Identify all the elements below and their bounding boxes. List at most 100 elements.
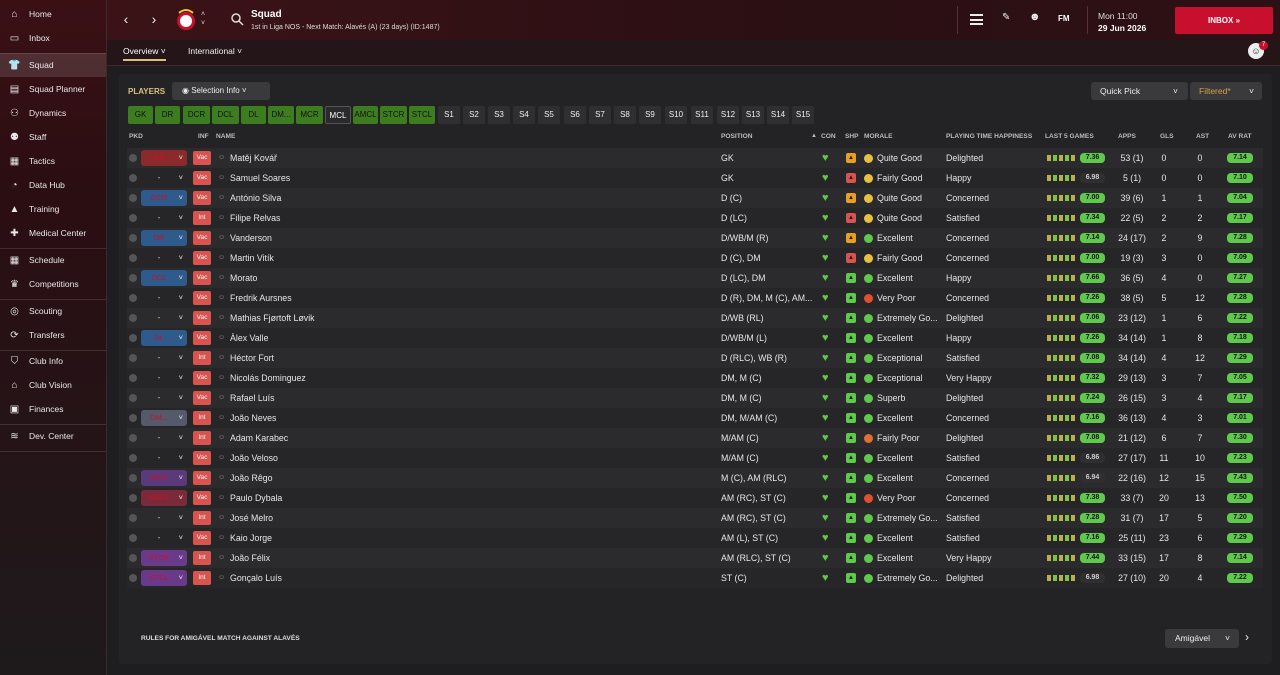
- sidebar-item-home[interactable]: ⌂ Home: [0, 2, 106, 26]
- pick-position-dropdown[interactable]: - ˅: [141, 430, 187, 446]
- sidebar-item-squad[interactable]: 👕 Squad: [0, 53, 106, 77]
- player-name[interactable]: João Neves: [230, 408, 370, 428]
- pick-position-dropdown[interactable]: DM... ˅: [141, 410, 187, 426]
- pick-position-dropdown[interactable]: - ˅: [141, 350, 187, 366]
- pick-position-dropdown[interactable]: - ˅: [141, 290, 187, 306]
- pick-indicator-icon[interactable]: [129, 294, 137, 302]
- column-header-av-rat[interactable]: AV RAT: [1228, 133, 1252, 140]
- table-row[interactable]: - ˅ Vac ☺ Mathias Fjørtoft Løvik D/WB (RL) ♥ ▲ E…: [127, 308, 1263, 328]
- table-row[interactable]: DM... ˅ Int ☺ João Neves DM, M/AM (C) ♥ ▲ Excell…: [127, 408, 1263, 428]
- sidebar-item-data-hub[interactable]: ◔ Data Hub: [0, 173, 106, 197]
- pick-indicator-icon[interactable]: [129, 194, 137, 202]
- player-name[interactable]: Fredrik Aursnes: [230, 288, 370, 308]
- position-button-s9[interactable]: S9: [639, 106, 661, 124]
- sort-ascending-icon[interactable]: ▲: [811, 133, 817, 139]
- position-button-s14[interactable]: S14: [767, 106, 789, 124]
- sidebar-item-dev-center[interactable]: ≋ Dev. Center: [0, 424, 106, 448]
- pick-position-dropdown[interactable]: STCL ˅: [141, 570, 187, 586]
- column-header-ast[interactable]: AST: [1196, 133, 1209, 140]
- column-header-pkd[interactable]: PKD: [129, 133, 143, 140]
- pick-position-dropdown[interactable]: DL ˅: [141, 330, 187, 346]
- forward-button[interactable]: ›: [145, 10, 163, 28]
- player-name[interactable]: João Rêgo: [230, 468, 370, 488]
- table-row[interactable]: STCR ˅ Int ☺ João Félix AM (RLC), ST (C) ♥ ▲ Exc…: [127, 548, 1263, 568]
- inbox-button[interactable]: INBOX »: [1175, 7, 1273, 34]
- selection-info-button[interactable]: ◉ Selection Info ˅: [172, 82, 270, 100]
- table-row[interactable]: - ˅ Int ☺ Filipe Relvas D (LC) ♥ ▲ Quite Good Sat…: [127, 208, 1263, 228]
- pick-indicator-icon[interactable]: [129, 394, 137, 402]
- position-button-s13[interactable]: S13: [742, 106, 764, 124]
- position-button-s8[interactable]: S8: [614, 106, 636, 124]
- pick-position-dropdown[interactable]: DCR ˅: [141, 190, 187, 206]
- pick-position-dropdown[interactable]: DCL ˅: [141, 270, 187, 286]
- column-header-shp[interactable]: SHP: [845, 133, 859, 140]
- position-button-s10[interactable]: S10: [665, 106, 687, 124]
- pick-position-dropdown[interactable]: STCR ˅: [141, 550, 187, 566]
- tab-international[interactable]: International ˅: [188, 46, 242, 56]
- pick-position-dropdown[interactable]: - ˅: [141, 390, 187, 406]
- game-date[interactable]: 29 Jun 2026: [1098, 23, 1146, 33]
- pick-position-dropdown[interactable]: DR ˅: [141, 230, 187, 246]
- pick-position-dropdown[interactable]: - ˅: [141, 450, 187, 466]
- position-button-gk[interactable]: GK: [128, 106, 153, 124]
- position-button-s12[interactable]: S12: [717, 106, 739, 124]
- quick-pick-button[interactable]: Quick Pick ˅: [1091, 82, 1188, 100]
- sidebar-item-dynamics[interactable]: ⚇ Dynamics: [0, 101, 106, 125]
- player-name[interactable]: Morato: [230, 268, 370, 288]
- player-name[interactable]: Rafael Luís: [230, 388, 370, 408]
- player-name[interactable]: Samuel Soares: [230, 168, 370, 188]
- sidebar-item-staff[interactable]: ⚉ Staff: [0, 125, 106, 149]
- pick-indicator-icon[interactable]: [129, 354, 137, 362]
- position-button-s6[interactable]: S6: [564, 106, 586, 124]
- pick-indicator-icon[interactable]: [129, 374, 137, 382]
- position-button-dl[interactable]: DL: [241, 106, 266, 124]
- table-row[interactable]: STCL ˅ Int ☺ Gonçalo Luís ST (C) ♥ ▲ Extremely G…: [127, 568, 1263, 588]
- sidebar-item-medical-center[interactable]: ✚ Medical Center: [0, 221, 106, 245]
- pick-indicator-icon[interactable]: [129, 414, 137, 422]
- edit-icon[interactable]: ✎: [1002, 12, 1010, 23]
- player-name[interactable]: Paulo Dybala: [230, 488, 370, 508]
- sidebar-item-schedule[interactable]: ▦ Schedule: [0, 248, 106, 272]
- back-button[interactable]: ‹: [117, 10, 135, 28]
- position-button-amcl[interactable]: AMCL: [353, 106, 378, 124]
- pick-indicator-icon[interactable]: [129, 434, 137, 442]
- position-button-s3[interactable]: S3: [488, 106, 510, 124]
- sidebar-item-scouting[interactable]: ◎ Scouting: [0, 299, 106, 323]
- player-name[interactable]: Kaio Jorge: [230, 528, 370, 548]
- player-name[interactable]: Vanderson: [230, 228, 370, 248]
- column-header-gls[interactable]: GLS: [1160, 133, 1174, 140]
- position-button-s1[interactable]: S1: [438, 106, 460, 124]
- pick-indicator-icon[interactable]: [129, 474, 137, 482]
- column-header-last-5-games[interactable]: LAST 5 GAMES: [1045, 133, 1094, 140]
- sidebar-item-competitions[interactable]: ♛ Competitions: [0, 272, 106, 296]
- player-name[interactable]: António Silva: [230, 188, 370, 208]
- filtered-button[interactable]: Filtered* ˅: [1190, 82, 1262, 100]
- player-name[interactable]: Filipe Relvas: [230, 208, 370, 228]
- column-header-morale[interactable]: MORALE: [864, 133, 893, 140]
- pick-position-dropdown[interactable]: - ˅: [141, 310, 187, 326]
- pick-indicator-icon[interactable]: [129, 274, 137, 282]
- player-name[interactable]: Àlex Valle: [230, 328, 370, 348]
- pick-position-dropdown[interactable]: GK ˅: [141, 150, 187, 166]
- table-row[interactable]: AMCL ˅ Vac ☺ Paulo Dybala AM (RC), ST (C) ♥ ▲ Ve…: [127, 488, 1263, 508]
- player-name[interactable]: José Melro: [230, 508, 370, 528]
- position-button-stcr[interactable]: STCR: [380, 106, 407, 124]
- sidebar-item-inbox[interactable]: ▭ Inbox: [0, 26, 106, 50]
- pick-position-dropdown[interactable]: - ˅: [141, 210, 187, 226]
- pick-indicator-icon[interactable]: [129, 454, 137, 462]
- position-button-s15[interactable]: S15: [792, 106, 814, 124]
- player-name[interactable]: Matěj Kovář: [230, 148, 370, 168]
- game-day[interactable]: Mon 11:00: [1098, 11, 1138, 21]
- search-icon[interactable]: [231, 13, 244, 26]
- column-header-playing-time-happiness[interactable]: PLAYING TIME HAPPINESS: [946, 133, 1032, 140]
- table-row[interactable]: - ˅ Int ☺ Adam Karabec M/AM (C) ♥ ▲ Fairly Poor D…: [127, 428, 1263, 448]
- sidebar-item-club-info[interactable]: ⛉ Club Info: [0, 349, 106, 373]
- crest-chevron-icon[interactable]: ˄ ˅: [201, 10, 205, 28]
- position-button-mcr[interactable]: MCR: [296, 106, 323, 124]
- player-name[interactable]: Martin Vitík: [230, 248, 370, 268]
- table-row[interactable]: - ˅ Int ☺ José Melro AM (RC), ST (C) ♥ ▲ Extreme…: [127, 508, 1263, 528]
- position-button-dr[interactable]: DR: [155, 106, 180, 124]
- pick-position-dropdown[interactable]: - ˅: [141, 250, 187, 266]
- pick-position-dropdown[interactable]: AMCL ˅: [141, 490, 187, 506]
- table-row[interactable]: DL ˅ Vac ☺ Àlex Valle D/WB/M (L) ♥ ▲ Excellent Ha…: [127, 328, 1263, 348]
